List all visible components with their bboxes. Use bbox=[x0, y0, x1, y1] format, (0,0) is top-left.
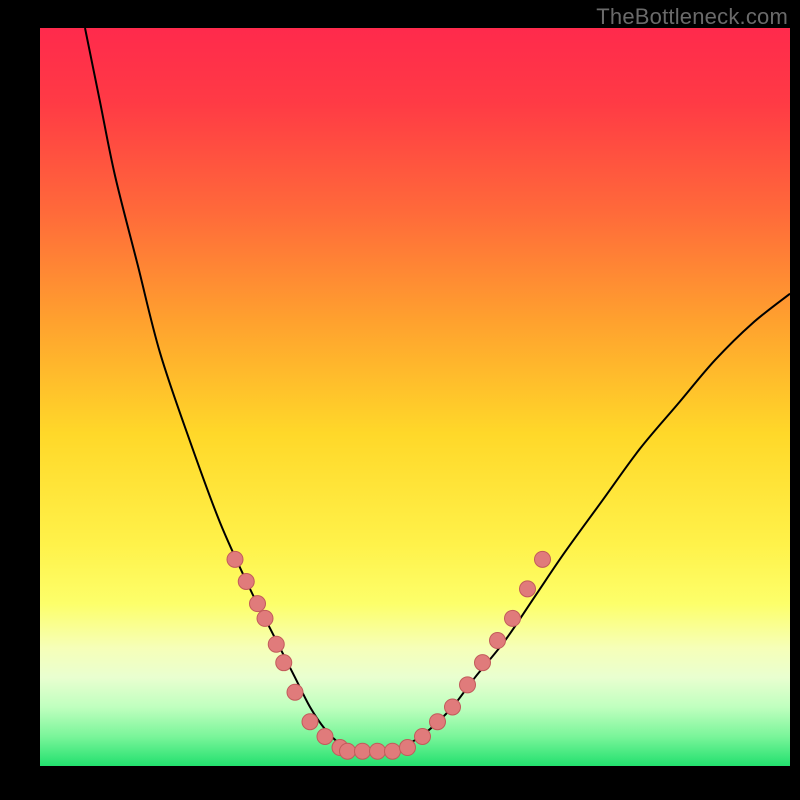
data-marker bbox=[370, 743, 386, 759]
data-marker bbox=[400, 740, 416, 756]
data-marker bbox=[355, 743, 371, 759]
data-marker bbox=[520, 581, 536, 597]
data-marker bbox=[250, 596, 266, 612]
data-marker bbox=[445, 699, 461, 715]
data-marker bbox=[340, 743, 356, 759]
data-marker bbox=[535, 551, 551, 567]
data-marker bbox=[227, 551, 243, 567]
data-marker bbox=[505, 610, 521, 626]
data-marker bbox=[302, 714, 318, 730]
data-marker bbox=[268, 636, 284, 652]
figure-canvas: TheBottleneck.com bbox=[0, 0, 800, 800]
bottleneck-curve bbox=[85, 28, 790, 752]
marker-group bbox=[227, 551, 551, 759]
data-marker bbox=[490, 633, 506, 649]
data-marker bbox=[238, 574, 254, 590]
plot-area bbox=[40, 28, 790, 766]
watermark-text: TheBottleneck.com bbox=[596, 4, 788, 30]
data-marker bbox=[415, 728, 431, 744]
data-marker bbox=[460, 677, 476, 693]
data-marker bbox=[317, 728, 333, 744]
data-marker bbox=[430, 714, 446, 730]
data-marker bbox=[276, 655, 292, 671]
data-marker bbox=[287, 684, 303, 700]
curve-layer bbox=[40, 28, 790, 766]
data-marker bbox=[475, 655, 491, 671]
data-marker bbox=[257, 610, 273, 626]
data-marker bbox=[385, 743, 401, 759]
